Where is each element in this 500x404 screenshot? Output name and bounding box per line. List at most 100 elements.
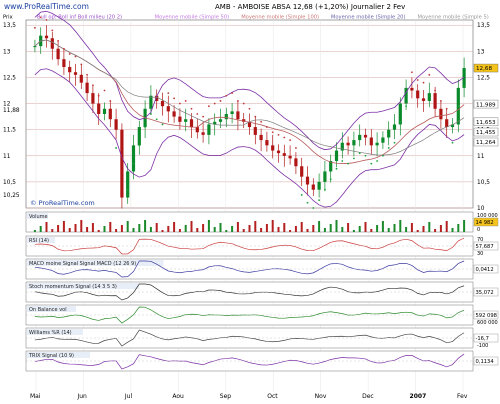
sar-dot bbox=[231, 92, 234, 95]
sar-dot bbox=[173, 97, 176, 100]
indicator-max-label: 70 bbox=[477, 237, 483, 243]
indicator-name: MACD moine Signal Signal MACD (12 26 9) bbox=[29, 261, 136, 267]
sar-dot bbox=[202, 115, 205, 118]
sar-dot bbox=[196, 113, 199, 115]
sar-dot bbox=[393, 141, 396, 144]
x-tick-label: Jul bbox=[124, 393, 133, 400]
volume-bar bbox=[300, 222, 303, 232]
sar-dot bbox=[358, 152, 361, 155]
site-label: www.ProRealTime.com bbox=[4, 2, 89, 11]
x-tick-label: Sep bbox=[220, 393, 232, 400]
indicator-panels: Volume 14 982100 000 0 RSI (14) 57,68770 30 MA… bbox=[25, 211, 499, 372]
volume-bar bbox=[422, 226, 425, 232]
volume-bar bbox=[190, 221, 193, 232]
candle-body bbox=[387, 129, 391, 138]
sar-dot bbox=[289, 139, 291, 142]
y-tick-right: 13 bbox=[477, 49, 485, 55]
y-tick-left: 12,5 bbox=[3, 75, 16, 81]
sar-dot bbox=[213, 102, 216, 105]
sar-dot bbox=[155, 118, 158, 121]
volume-bar bbox=[115, 229, 118, 232]
volume-bar bbox=[254, 221, 257, 232]
sar-dot bbox=[457, 105, 460, 108]
volume-bar bbox=[260, 228, 263, 232]
legend-item: Moyenne mobile (Simple 50) bbox=[155, 15, 230, 21]
volume-bar bbox=[399, 220, 402, 232]
x-tick-label: Fev bbox=[457, 393, 468, 400]
sar-dot bbox=[318, 199, 320, 202]
candle-body bbox=[375, 142, 379, 146]
candle-body bbox=[73, 72, 78, 75]
indicator-name: Williams %R (14) bbox=[29, 330, 72, 336]
candle-body bbox=[160, 100, 165, 107]
volume-bar bbox=[202, 224, 205, 232]
y-tick-right: 10 bbox=[477, 206, 485, 212]
volume-bar bbox=[393, 224, 396, 232]
volume-bar bbox=[225, 230, 228, 232]
legend-item: Moyenne mobile (Simple 5) bbox=[418, 15, 489, 21]
volume-bar bbox=[231, 226, 234, 232]
indicator-value: 35,072 bbox=[476, 290, 494, 296]
sar-dot bbox=[109, 100, 112, 102]
volume-bar bbox=[445, 221, 448, 232]
candle-body bbox=[56, 48, 60, 60]
candle-body bbox=[102, 108, 107, 114]
candle-body bbox=[369, 137, 373, 146]
candle-body bbox=[410, 87, 414, 91]
volume-bar bbox=[97, 230, 100, 232]
volume-bar bbox=[86, 227, 89, 232]
candle-body bbox=[352, 140, 356, 146]
volume-bar bbox=[178, 229, 181, 232]
sar-dot bbox=[440, 100, 442, 102]
candle-body bbox=[358, 134, 362, 141]
volume-bar bbox=[80, 220, 83, 232]
candle-body bbox=[294, 158, 298, 167]
price-flag-label: 12,68 bbox=[476, 66, 492, 72]
y-tick-right: 13,5 bbox=[477, 23, 490, 29]
volume-bar bbox=[236, 222, 239, 232]
candle-body bbox=[178, 116, 182, 122]
candle-body bbox=[50, 38, 54, 49]
volume-bar bbox=[126, 221, 129, 232]
sar-dot bbox=[463, 85, 465, 88]
sar-dot bbox=[271, 131, 274, 134]
volume-bar bbox=[352, 230, 355, 232]
price-flag-label: 11,653 bbox=[476, 120, 496, 126]
volume-bar bbox=[91, 223, 94, 232]
volume-bar bbox=[277, 227, 280, 232]
candle-body bbox=[62, 59, 66, 67]
sar-dot bbox=[63, 47, 65, 50]
indicator-max-label: 100 000 bbox=[477, 213, 498, 219]
x-tick-label: Dec bbox=[362, 393, 374, 400]
candle-body bbox=[282, 153, 286, 156]
candle-body bbox=[131, 145, 136, 172]
indicator-name: Volume bbox=[29, 214, 48, 220]
sar-dot bbox=[277, 133, 280, 136]
volume-bar bbox=[381, 221, 384, 232]
volume-bar bbox=[283, 223, 286, 232]
sar-dot bbox=[428, 73, 431, 76]
sar-dot bbox=[434, 89, 436, 92]
indicator-value: 0,0412 bbox=[476, 267, 494, 273]
volume-bar bbox=[149, 227, 152, 232]
candle-body bbox=[427, 93, 431, 101]
indicator-panel bbox=[25, 350, 474, 372]
volume-bar bbox=[207, 220, 210, 232]
x-tick-label: Aou bbox=[172, 393, 184, 400]
volume-bar bbox=[120, 225, 123, 232]
sar-dot bbox=[370, 162, 373, 165]
volume-bar bbox=[144, 220, 147, 232]
y-tick-left: 11,5 bbox=[3, 128, 16, 134]
chart-title: AMB - AMBOISE ABSA 12,68 (+1,20%) Journa… bbox=[215, 3, 405, 11]
x-tick-label: Jun bbox=[76, 393, 87, 400]
indicator-zero-label: 600 000 bbox=[477, 320, 498, 326]
candle-body bbox=[68, 67, 72, 73]
volume-bar bbox=[358, 226, 361, 232]
sar-dot bbox=[132, 162, 135, 165]
volume-bar bbox=[318, 221, 321, 232]
candle-body bbox=[33, 46, 37, 48]
sar-dot bbox=[422, 81, 425, 84]
candle-body bbox=[416, 90, 420, 99]
sar-dot bbox=[451, 141, 454, 144]
sar-dot bbox=[167, 92, 170, 95]
